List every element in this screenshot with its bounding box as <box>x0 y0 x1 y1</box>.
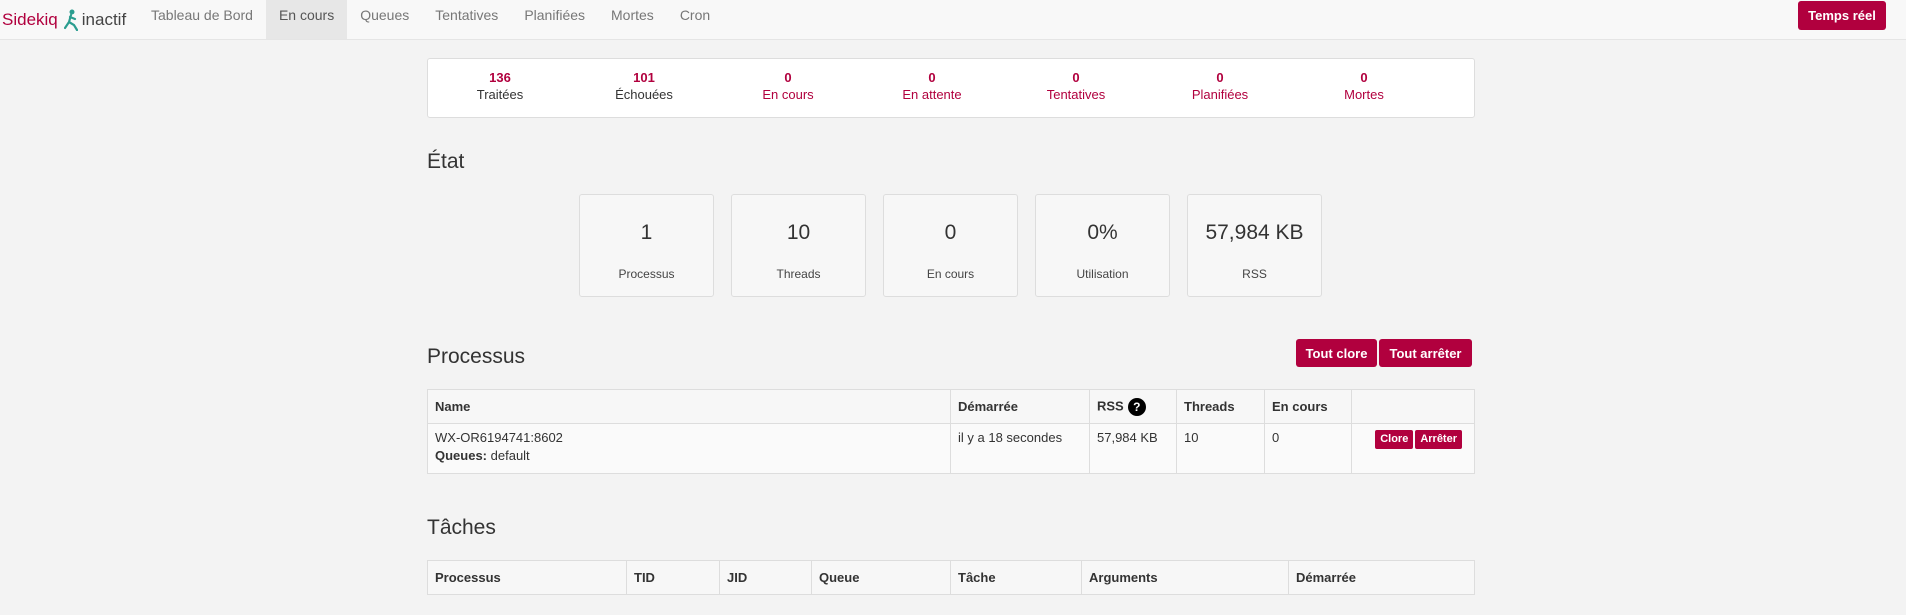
nav-cron[interactable]: Cron <box>667 0 723 39</box>
summary-label: Échouées <box>615 87 673 102</box>
summary-failed: 101 Échouées <box>572 69 716 104</box>
summary-bar: 136 Traitées 101 Échouées 0 En cours 0 E… <box>427 58 1475 118</box>
column-header: Arguments <box>1081 560 1289 595</box>
status-label: inactif <box>81 10 127 29</box>
stat-label: Processus <box>618 267 675 281</box>
column-header-rss: RSS? <box>1089 389 1177 424</box>
nav-scheduled[interactable]: Planifiées <box>511 0 598 39</box>
table-header-row: Processus TID JID Queue Tâche Arguments … <box>427 560 1475 595</box>
rss-cell: 57,984 KB <box>1089 423 1177 474</box>
summary-link[interactable]: Planifiées <box>1148 86 1292 104</box>
sidekiq-logo-icon <box>63 9 78 31</box>
column-header: Name <box>427 389 951 424</box>
summary-busy[interactable]: 0 En cours <box>716 69 860 104</box>
table-header-row: Name Démarrée RSS? Threads En cours <box>427 389 1475 424</box>
summary-label: Traitées <box>476 87 524 102</box>
process-name-cell: WX-OR6194741:8602 Queues: default <box>427 423 951 474</box>
brand-name[interactable]: Sidekiq <box>2 10 58 30</box>
row-actions: Clore Arrêter <box>1359 430 1462 449</box>
process-name: WX-OR6194741:8602 <box>435 430 563 445</box>
quiet-all-button[interactable]: Tout clore <box>1296 339 1377 367</box>
stop-all-button[interactable]: Tout arrêter <box>1379 339 1472 367</box>
stat-value: 57,984 KB <box>1205 221 1304 244</box>
column-header: Queue <box>811 560 951 595</box>
column-header: En cours <box>1264 389 1352 424</box>
summary-count[interactable]: 0 <box>716 69 860 86</box>
queues-value: default <box>490 448 530 463</box>
summary-retries[interactable]: 0 Tentatives <box>1004 69 1148 104</box>
process-queues: Queues: default <box>435 448 943 463</box>
help-icon[interactable]: ? <box>1127 397 1146 416</box>
processes-heading: Processus <box>427 345 526 368</box>
stat-label: En cours <box>926 267 975 281</box>
main-nav: Tableau de Bord En cours Queues Tentativ… <box>138 0 723 39</box>
stat-value: 10 <box>786 221 811 244</box>
started-cell: il y a 18 secondes <box>950 423 1090 474</box>
column-header: Démarrée <box>1288 560 1475 595</box>
processes-table: Name Démarrée RSS? Threads En cours WX-O… <box>427 389 1475 474</box>
column-header: RSS <box>1097 397 1124 413</box>
actions-cell: Clore Arrêter <box>1351 423 1475 474</box>
summary-count: 136 <box>489 70 511 85</box>
column-header: Processus <box>427 560 627 595</box>
busy-cell: 0 <box>1264 423 1352 474</box>
stat-busy: 0 En cours <box>883 194 1018 297</box>
brand[interactable]: Sidekiq inactif <box>2 6 126 34</box>
summary-count[interactable]: 0 <box>1148 69 1292 86</box>
stat-label: Threads <box>776 267 821 281</box>
column-header: Démarrée <box>950 389 1090 424</box>
column-header <box>1351 389 1475 424</box>
stat-value: 0 <box>944 221 957 244</box>
table-row: WX-OR6194741:8602 Queues: default il y a… <box>427 423 1475 474</box>
stat-processes: 1 Processus <box>579 194 714 297</box>
summary-scheduled[interactable]: 0 Planifiées <box>1148 69 1292 104</box>
summary-link[interactable]: En cours <box>716 86 860 104</box>
nav-queues[interactable]: Queues <box>347 0 422 39</box>
live-poll-button[interactable]: Temps réel <box>1798 1 1886 30</box>
summary-link[interactable]: Mortes <box>1292 86 1436 104</box>
state-heading: État <box>427 150 465 173</box>
nav-retries[interactable]: Tentatives <box>422 0 511 39</box>
quiet-button[interactable]: Clore <box>1375 430 1414 449</box>
navbar: Sidekiq inactif Tableau de Bord En cours… <box>0 0 1906 40</box>
stat-value: 1 <box>640 221 653 244</box>
summary-count[interactable]: 0 <box>1292 69 1436 86</box>
summary-count[interactable]: 0 <box>1004 69 1148 86</box>
summary-dead[interactable]: 0 Mortes <box>1292 69 1436 104</box>
threads-cell: 10 <box>1176 423 1265 474</box>
column-header: Tâche <box>950 560 1082 595</box>
nav-dead[interactable]: Mortes <box>598 0 667 39</box>
stat-value: 0% <box>1087 221 1118 244</box>
column-header: TID <box>626 560 720 595</box>
queues-label: Queues: <box>435 448 488 463</box>
summary-link[interactable]: En attente <box>860 86 1004 104</box>
column-header: JID <box>719 560 812 595</box>
summary-count[interactable]: 0 <box>860 69 1004 86</box>
column-header: Threads <box>1176 389 1265 424</box>
stat-rss: 57,984 KB RSS <box>1187 194 1322 297</box>
summary-processed: 136 Traitées <box>428 69 572 104</box>
jobs-heading: Tâches <box>427 516 496 539</box>
jobs-table: Processus TID JID Queue Tâche Arguments … <box>427 560 1475 595</box>
stat-label: RSS <box>1242 267 1267 281</box>
nav-busy[interactable]: En cours <box>265 0 348 39</box>
stat-label: Utilisation <box>1076 267 1129 281</box>
nav-dashboard[interactable]: Tableau de Bord <box>138 0 266 39</box>
stat-utilization: 0% Utilisation <box>1035 194 1170 297</box>
stat-threads: 10 Threads <box>731 194 866 297</box>
stop-button[interactable]: Arrêter <box>1415 430 1462 449</box>
summary-count: 101 <box>633 70 655 85</box>
summary-link[interactable]: Tentatives <box>1004 86 1148 104</box>
summary-enqueued[interactable]: 0 En attente <box>860 69 1004 104</box>
